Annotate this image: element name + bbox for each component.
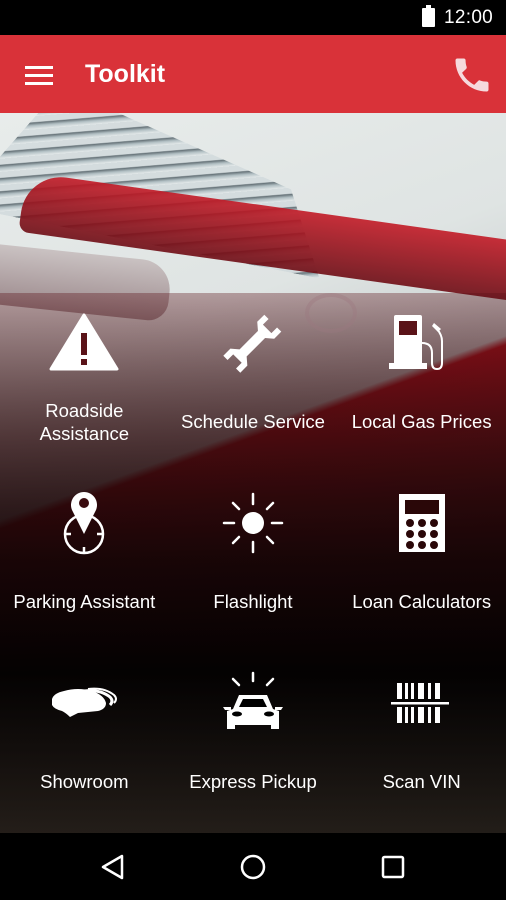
back-triangle-icon: [101, 854, 124, 880]
wrench-icon: [213, 307, 293, 379]
phone-icon: [455, 58, 489, 92]
tile-parking-assistant[interactable]: Parking Assistant: [0, 473, 169, 653]
home-button[interactable]: [228, 845, 278, 889]
tile-local-gas-prices[interactable]: Local Gas Prices: [337, 293, 506, 473]
tile-label: Loan Calculators: [352, 591, 492, 612]
toolkit-grid: Roadside Assistance Schedule Service Loc…: [0, 293, 506, 833]
tile-flashlight[interactable]: Flashlight: [169, 473, 338, 653]
call-button[interactable]: [450, 53, 494, 97]
tile-label: Parking Assistant: [13, 591, 156, 612]
tile-loan-calculators[interactable]: Loan Calculators: [337, 473, 506, 653]
location-pin-target-icon: [44, 487, 124, 559]
menu-button[interactable]: [18, 57, 60, 93]
status-bar: 12:00: [0, 0, 506, 35]
hamburger-menu-icon-line: [25, 82, 53, 85]
stacked-cars-icon: [44, 667, 124, 739]
system-nav-bar: [0, 833, 506, 900]
tile-label: Showroom: [40, 771, 129, 792]
tile-label: Express Pickup: [189, 771, 317, 792]
barcode-scan-icon: [382, 667, 462, 739]
gas-pump-icon: [382, 307, 462, 379]
tile-label: Roadside Assistance: [39, 400, 130, 444]
status-time: 12:00: [444, 7, 494, 28]
tile-label: Scan VIN: [382, 771, 461, 792]
home-circle-icon: [240, 854, 266, 880]
tile-label: Flashlight: [213, 591, 293, 612]
tile-showroom[interactable]: Showroom: [0, 653, 169, 833]
back-button[interactable]: [88, 845, 138, 889]
tile-scan-vin[interactable]: Scan VIN: [337, 653, 506, 833]
tile-schedule-service[interactable]: Schedule Service: [169, 293, 338, 473]
tile-express-pickup[interactable]: Express Pickup: [169, 653, 338, 833]
page-title: Toolkit: [85, 60, 166, 88]
tile-label: Schedule Service: [181, 411, 325, 432]
recents-square-icon: [381, 855, 405, 879]
tile-roadside-assistance[interactable]: Roadside Assistance: [0, 293, 169, 473]
hamburger-menu-icon: [25, 66, 53, 69]
hamburger-menu-icon-line: [25, 74, 53, 77]
battery-full-icon: [422, 5, 435, 27]
warning-triangle-icon: [44, 307, 124, 379]
car-flash-icon: [213, 667, 293, 739]
recents-button[interactable]: [368, 845, 418, 889]
toolkit-content: Roadside Assistance Schedule Service Loc…: [0, 113, 506, 833]
app-bar: Toolkit: [0, 35, 506, 113]
sun-brightness-icon: [213, 487, 293, 559]
calculator-icon: [382, 487, 462, 559]
tile-label: Local Gas Prices: [351, 411, 492, 432]
